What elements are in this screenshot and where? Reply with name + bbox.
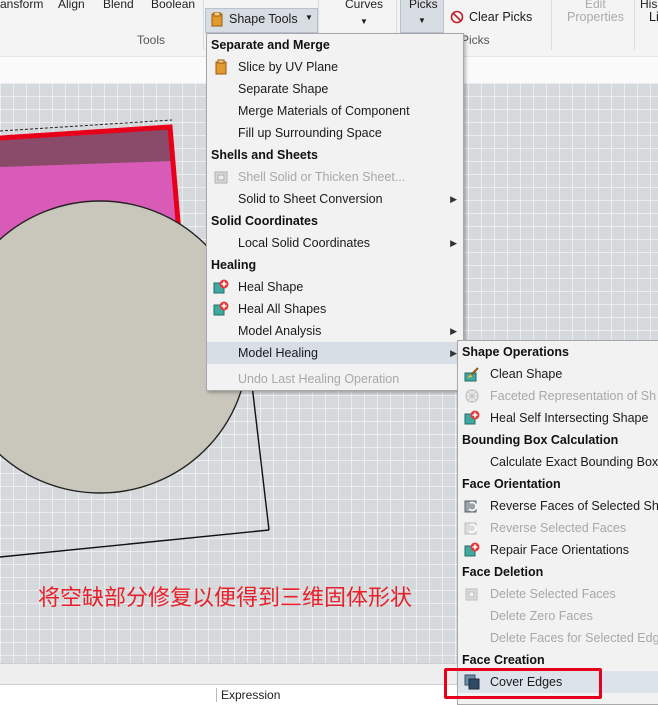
clear-picks-button[interactable]: Clear Picks <box>469 10 532 24</box>
menu-item-merge-materials[interactable]: Merge Materials of Component <box>207 100 463 122</box>
menu-item-clean-shape[interactable]: Clean Shape <box>458 363 658 385</box>
menu-item-repair-face-orientations[interactable]: Repair Face Orientations <box>458 539 658 561</box>
menu-item-model-analysis[interactable]: Model Analysis ▶ <box>207 320 463 342</box>
shape-tools-button[interactable]: Shape Tools ▼ <box>205 8 318 33</box>
slice-icon <box>213 59 229 75</box>
picks-group-label: Picks <box>461 33 490 47</box>
menu-header-shells-sheets: Shells and Sheets <box>211 148 318 162</box>
menu-item-fill-up-space[interactable]: Fill up Surrounding Space <box>207 122 463 144</box>
annotation-text: 将空缺部分修复以便得到三维固体形状 <box>38 586 413 611</box>
curves-button[interactable]: Curves <box>345 0 383 11</box>
menu-item-heal-self-intersecting[interactable]: Heal Self Intersecting Shape <box>458 407 658 429</box>
menu-item-delete-zero-faces[interactable]: Delete Zero Faces <box>458 605 658 627</box>
facet-icon <box>464 388 480 404</box>
shell-icon <box>213 169 229 185</box>
heal-icon <box>464 542 480 558</box>
menu-header-face-orientation: Face Orientation <box>462 477 561 491</box>
chevron-down-icon: ▼ <box>418 16 426 25</box>
menu-item-delete-selected-faces[interactable]: Delete Selected Faces <box>458 583 658 605</box>
expression-column-header: Expression <box>216 688 280 702</box>
menu-item-reverse-selected-faces[interactable]: Reverse Selected Faces <box>458 517 658 539</box>
menu-item-delete-faces-selected-edges[interactable]: Delete Faces for Selected Edg <box>458 627 658 649</box>
ribbon-separator <box>634 0 635 50</box>
menu-item-model-healing[interactable]: Model Healing ▶ <box>207 342 463 364</box>
shape-tools-icon <box>211 11 224 28</box>
menu-header-solid-coordinates: Solid Coordinates <box>211 214 318 228</box>
menu-header-separate-merge: Separate and Merge <box>211 38 330 52</box>
shape-tools-menu: Separate and Merge Slice by UV Plane Sep… <box>206 33 464 391</box>
clean-icon <box>464 366 480 382</box>
align-button[interactable]: Align <box>58 0 85 11</box>
heal-icon <box>464 410 480 426</box>
menu-item-calculate-bounding-box[interactable]: Calculate Exact Bounding Box <box>458 451 658 473</box>
shape-tools-label: Shape Tools <box>229 12 298 26</box>
delete-icon <box>464 586 480 602</box>
menu-item-reverse-faces-of-selected[interactable]: Reverse Faces of Selected Sha <box>458 495 658 517</box>
blend-button[interactable]: Blend <box>103 0 134 11</box>
submenu-arrow-icon: ▶ <box>450 238 457 248</box>
model-healing-submenu: Shape Operations Clean Shape Faceted Rep… <box>457 340 658 705</box>
reverse-icon <box>464 520 480 536</box>
edit-properties-button[interactable]: Properties <box>567 10 624 24</box>
submenu-arrow-icon: ▶ <box>450 326 457 336</box>
menu-item-heal-shape[interactable]: Heal Shape <box>207 276 463 298</box>
transform-tab[interactable]: ansform <box>0 0 43 11</box>
curves-chevron-icon: ▼ <box>360 17 368 26</box>
highlight-box <box>444 668 602 699</box>
chevron-down-icon: ▼ <box>305 13 313 22</box>
heal-icon <box>213 301 229 317</box>
menu-header-bounding-box: Bounding Box Calculation <box>462 433 619 447</box>
menu-item-shell-solid[interactable]: Shell Solid or Thicken Sheet... <box>207 166 463 188</box>
ribbon-separator <box>203 0 204 50</box>
heal-icon <box>213 279 229 295</box>
picks-label: Picks <box>409 0 438 11</box>
picks-button[interactable]: Picks ▼ <box>400 0 444 33</box>
menu-header-healing: Healing <box>211 258 257 272</box>
tools-group-label: Tools <box>137 33 166 47</box>
menu-item-undo-healing[interactable]: Undo Last Healing Operation <box>207 368 463 390</box>
history-li-label: Li <box>649 10 658 24</box>
clear-picks-icon <box>450 10 464 24</box>
menu-header-face-deletion: Face Deletion <box>462 565 544 579</box>
reverse-icon <box>464 498 480 514</box>
menu-item-local-solid-coordinates[interactable]: Local Solid Coordinates ▶ <box>207 232 463 254</box>
menu-header-shape-operations: Shape Operations <box>462 345 569 359</box>
menu-item-separate-shape[interactable]: Separate Shape <box>207 78 463 100</box>
menu-item-slice-by-uv-plane[interactable]: Slice by UV Plane <box>207 56 463 78</box>
submenu-arrow-icon: ▶ <box>450 348 457 358</box>
menu-item-heal-all-shapes[interactable]: Heal All Shapes <box>207 298 463 320</box>
menu-item-solid-to-sheet[interactable]: Solid to Sheet Conversion ▶ <box>207 188 463 210</box>
submenu-arrow-icon: ▶ <box>450 194 457 204</box>
menu-item-faceted-representation[interactable]: Faceted Representation of Sh <box>458 385 658 407</box>
boolean-button[interactable]: Boolean <box>151 0 195 11</box>
ribbon-separator <box>551 0 552 50</box>
